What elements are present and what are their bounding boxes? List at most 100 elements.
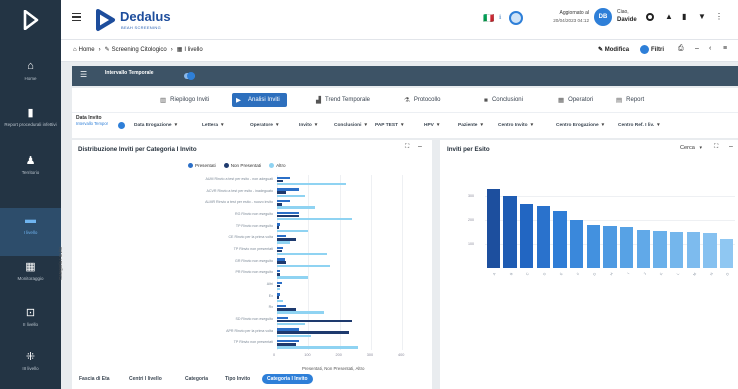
bar-non-presentati[interactable]	[277, 284, 281, 288]
bar-altro[interactable]	[277, 252, 327, 256]
bar-presentati[interactable]	[277, 234, 287, 238]
bar-altro[interactable]	[277, 206, 315, 209]
language-flag[interactable]: 🇮🇹	[483, 13, 494, 24]
filter-pap-test[interactable]: PAP TEST ▾	[375, 122, 404, 128]
filter-operatore[interactable]: Operatore ▾	[250, 122, 278, 128]
esito-bar[interactable]	[686, 232, 701, 268]
sync-icon[interactable]	[509, 11, 523, 25]
bar-presentati[interactable]	[277, 269, 281, 273]
bar-altro[interactable]	[277, 334, 312, 338]
filter-centro-ref-i-liv-[interactable]: Centro Ref. I liv. ▾	[618, 122, 660, 128]
bar-altro[interactable]	[277, 217, 352, 221]
esito-bar[interactable]	[719, 239, 734, 268]
breadcrumb-home[interactable]: Home	[79, 47, 95, 53]
bar-altro[interactable]	[277, 194, 306, 198]
tab-riepilogo-inviti[interactable]: ▥ Riepilogo Inviti	[160, 93, 209, 107]
info-icon[interactable]: ℹ	[499, 14, 506, 22]
bar-presentati[interactable]	[277, 258, 285, 261]
filter-conclusioni[interactable]: Conclusioni ▾	[334, 122, 367, 128]
bar-altro[interactable]	[277, 229, 309, 233]
filter-icon[interactable]: ▼	[698, 12, 706, 21]
tab-trend-temporale[interactable]: ▟ Trend Temporale	[316, 93, 370, 107]
esito-bar[interactable]	[636, 229, 651, 268]
bar-presentati[interactable]	[277, 293, 280, 296]
bar-altro[interactable]	[277, 182, 346, 186]
home-icon[interactable]: ⌂	[73, 47, 77, 53]
esito-bar[interactable]	[603, 226, 617, 268]
sidebar-item-home[interactable]: ⌂ Home	[0, 54, 61, 102]
esito-bar[interactable]	[553, 210, 567, 268]
share-icon[interactable]: ‹	[709, 45, 711, 52]
bar-altro[interactable]	[277, 241, 290, 244]
filter-hpv[interactable]: HPV ▾	[424, 122, 439, 128]
esito-bar[interactable]	[653, 230, 667, 268]
bar-altro[interactable]	[277, 276, 309, 279]
app-logo[interactable]	[0, 0, 61, 40]
bar-presentati[interactable]	[277, 188, 299, 191]
list-icon[interactable]: ≡	[723, 45, 727, 52]
chip-fascia-di-eta[interactable]: Fascia di Eta	[74, 374, 115, 384]
filter-centro-invito[interactable]: Centro Invito ▾	[498, 122, 533, 128]
sidebar-item-iii-livello[interactable]: ⁜ III livello	[0, 344, 61, 389]
data-invito-value[interactable]: Intervallo Temporal...	[76, 121, 108, 126]
esito-bar[interactable]	[669, 232, 684, 268]
bar-non-presentati[interactable]	[277, 179, 284, 183]
sidebar-item-monitoraggio[interactable]: ▦ Monitoraggio	[0, 254, 61, 302]
bar-altro[interactable]	[277, 264, 331, 268]
bar-altro[interactable]	[277, 322, 306, 326]
bar-altro[interactable]	[277, 287, 281, 291]
menu-icon[interactable]	[72, 13, 81, 21]
sidebar-item-territorio[interactable]: ♟ Territorio	[0, 148, 61, 196]
bar-presentati[interactable]	[277, 328, 299, 331]
filters-button[interactable]: Filtri	[640, 45, 664, 54]
bar-presentati[interactable]	[277, 339, 299, 343]
bookmark-icon[interactable]: ▮	[682, 12, 686, 21]
tab-operatori[interactable]: ▦ Operatori	[558, 93, 593, 107]
filter-settings-icon[interactable]: ☰	[80, 70, 92, 82]
bell-icon[interactable]: ▲	[665, 12, 673, 21]
esito-bar[interactable]	[569, 220, 584, 268]
bar-non-presentati[interactable]	[277, 214, 299, 218]
bar-non-presentati[interactable]	[277, 331, 349, 334]
esito-bar[interactable]	[619, 227, 634, 268]
esito-bar[interactable]	[519, 203, 534, 268]
esito-bar[interactable]	[486, 189, 501, 268]
bar-presentati[interactable]	[277, 199, 290, 203]
bar-non-presentati[interactable]	[277, 191, 287, 194]
tab-analisi-inviti[interactable]: ▶ Analisi Inviti	[232, 93, 287, 107]
bar-non-presentati[interactable]	[277, 261, 287, 264]
bar-presentati[interactable]	[277, 223, 281, 226]
bar-altro[interactable]	[277, 346, 359, 349]
minimize-icon[interactable]: –	[695, 45, 699, 52]
esito-bar[interactable]	[586, 225, 601, 268]
filter-invito[interactable]: Invito ▾	[299, 122, 317, 128]
bar-altro[interactable]	[277, 311, 324, 314]
data-invito-toggle[interactable]	[118, 122, 125, 129]
chip-centri-i-livello[interactable]: Centri I livello	[124, 374, 167, 384]
filter-lettera[interactable]: Lettera ▾	[202, 122, 224, 128]
print-icon[interactable]: ⎙	[678, 45, 684, 53]
sidebar-item-ii-livello[interactable]: ⊡ II livello	[0, 300, 61, 348]
tab-conclusioni[interactable]: ■ Conclusioni	[484, 93, 523, 107]
bar-non-presentati[interactable]	[277, 226, 279, 229]
esito-bar[interactable]	[503, 196, 517, 268]
settings-icon[interactable]	[646, 13, 654, 21]
sidebar-item-i-livello[interactable]: ▬ I livello	[0, 208, 61, 256]
user-avatar[interactable]: DB	[594, 8, 612, 26]
more-icon[interactable]: ⋮	[715, 12, 723, 21]
chip-categoria[interactable]: Categoria	[180, 374, 214, 384]
chip-tipo-invito[interactable]: Tipo Invito	[220, 374, 256, 384]
tab-protocollo[interactable]: ⚗ Protocollo	[404, 93, 441, 107]
bar-altro[interactable]	[277, 299, 284, 303]
sidebar-item-report-procedurali-infettivi[interactable]: ▮ Report procedurali infettivi	[0, 100, 61, 148]
bar-non-presentati[interactable]	[277, 319, 352, 323]
breadcrumb-screening[interactable]: Screening Citologico	[112, 47, 167, 53]
bar-non-presentati[interactable]	[277, 296, 279, 299]
chip-categoria-i-invito[interactable]: Categoria I Invito	[262, 374, 313, 384]
esito-bar[interactable]	[703, 233, 717, 268]
filter-centro-erogazione[interactable]: Centro Erogazione ▾	[556, 122, 604, 128]
time-filter-toggle[interactable]	[184, 72, 195, 80]
filter-data-erogazione[interactable]: Data Erogazione ▾	[134, 122, 177, 128]
edit-button[interactable]: ✎ Modifica	[598, 46, 629, 53]
bar-non-presentati[interactable]	[277, 249, 282, 253]
